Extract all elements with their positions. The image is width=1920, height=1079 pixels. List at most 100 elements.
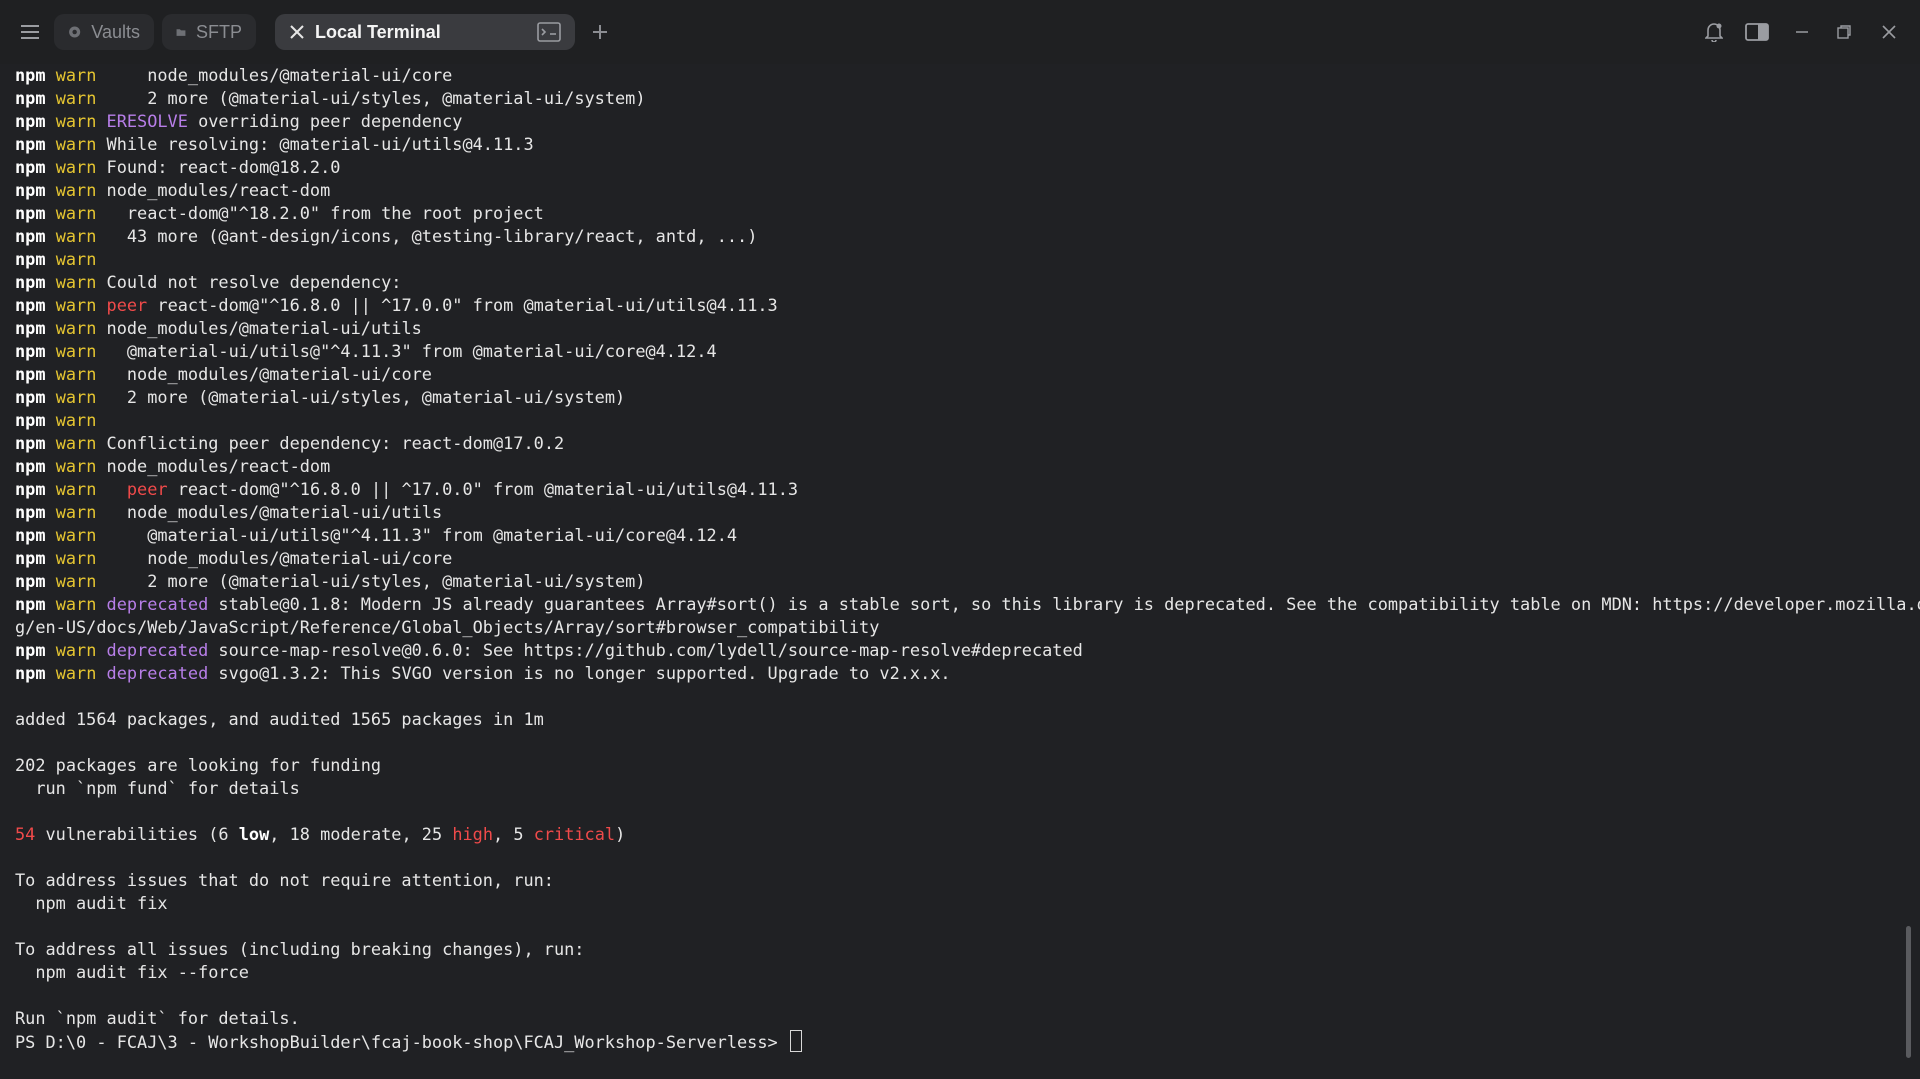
vuln-text: , 25 <box>401 824 453 844</box>
vuln-text: , 5 <box>493 824 534 844</box>
npm-label: npm <box>15 364 46 384</box>
warn-label: warn <box>55 295 97 315</box>
terminal-line: run `npm fund` for details <box>15 777 1905 800</box>
line-text: Could not resolve dependency: <box>106 272 402 292</box>
line-text: To address all issues (including breakin… <box>15 939 585 959</box>
line-text: react-dom@"^16.8.0 || ^17.0.0" from @mat… <box>167 479 799 499</box>
terminal-scrollbar[interactable] <box>1904 64 1914 1064</box>
warn-label: warn <box>55 134 97 154</box>
warn-label: warn <box>55 341 97 361</box>
terminal-output[interactable]: npm warn node_modules/@material-ui/core n… <box>15 64 1920 1064</box>
minimize-icon[interactable] <box>1786 16 1818 48</box>
warn-label: warn <box>55 249 97 269</box>
terminal-line: Run `npm audit` for details. <box>15 1007 1905 1030</box>
line-text: node_modules/react-dom <box>106 180 331 200</box>
line-text: Conflicting peer dependency: react-dom@1… <box>106 433 565 453</box>
warn-label: warn <box>55 88 97 108</box>
npm-label: npm <box>15 410 46 430</box>
prompt-line[interactable]: PS D:\0 - FCAJ\3 - WorkshopBuilder\fcaj-… <box>15 1030 1905 1053</box>
window-close-icon[interactable] <box>1873 16 1905 48</box>
warn-label: warn <box>55 479 97 499</box>
tab-sftp-label: SFTP <box>195 21 242 42</box>
line-text: node_modules/@material-ui/core <box>106 548 453 568</box>
vuln-count: 54 <box>15 824 36 844</box>
side-panel-icon[interactable] <box>1740 16 1774 48</box>
warn-label: warn <box>55 525 97 545</box>
warn-label: warn <box>55 548 97 568</box>
tab-vaults[interactable]: Vaults <box>54 14 154 50</box>
terminal-line: npm warn 2 more (@material-ui/styles, @m… <box>15 570 1905 593</box>
warn-label: warn <box>55 433 97 453</box>
npm-label: npm <box>15 479 46 499</box>
npm-label: npm <box>15 249 46 269</box>
line-text: run `npm fund` for details <box>15 778 300 798</box>
terminal-line: npm warn node_modules/@material-ui/core <box>15 547 1905 570</box>
terminal-line: npm warn peer react-dom@"^16.8.0 || ^17.… <box>15 294 1905 317</box>
line-text: While resolving: @material-ui/utils@4.11… <box>106 134 534 154</box>
vuln-moderate: moderate <box>320 824 402 844</box>
terminal-line: npm warn node_modules/@material-ui/core <box>15 64 1905 87</box>
vuln-text: , 18 <box>269 824 321 844</box>
npm-label: npm <box>15 341 46 361</box>
plus-icon[interactable] <box>584 16 616 48</box>
bell-icon[interactable] <box>1698 16 1730 48</box>
terminal-line: npm warn @material-ui/utils@"^4.11.3" fr… <box>15 524 1905 547</box>
line-text: @material-ui/utils@"^4.11.3" from @mater… <box>106 341 717 361</box>
line-text: Run `npm audit` for details. <box>15 1008 300 1028</box>
npm-label: npm <box>15 295 46 315</box>
line-text: react-dom@"^18.2.0" from the root projec… <box>106 203 544 223</box>
vuln-low: low <box>238 824 270 844</box>
warn-label: warn <box>55 111 97 131</box>
terminal-line: To address all issues (including breakin… <box>15 938 1905 961</box>
line-tag: peer <box>126 479 168 499</box>
line-tag: deprecated <box>106 640 209 660</box>
line-text: 2 more (@material-ui/styles, @material-u… <box>106 88 646 108</box>
warn-label: warn <box>55 410 97 430</box>
restore-icon[interactable] <box>1828 16 1860 48</box>
tab-local-terminal[interactable]: Local Terminal <box>275 14 575 50</box>
terminal-line: npm warn Found: react-dom@18.2.0 <box>15 156 1905 179</box>
npm-label: npm <box>15 571 46 591</box>
line-text: react-dom@"^16.8.0 || ^17.0.0" from @mat… <box>147 295 778 315</box>
warn-label: warn <box>55 640 97 660</box>
warn-label: warn <box>55 364 97 384</box>
close-icon[interactable] <box>289 24 305 40</box>
npm-label: npm <box>15 134 46 154</box>
title-bar: Vaults SFTP Local Terminal <box>0 0 1920 64</box>
npm-label: npm <box>15 502 46 522</box>
terminal-line: npm warn node_modules/react-dom <box>15 455 1905 478</box>
terminal-split-icon[interactable] <box>537 22 561 42</box>
terminal-line: npm warn deprecated svgo@1.3.2: This SVG… <box>15 662 1905 685</box>
warn-label: warn <box>55 203 97 223</box>
terminal-line: npm warn deprecated source-map-resolve@0… <box>15 639 1905 662</box>
terminal-line: npm warn node_modules/@material-ui/utils <box>15 317 1905 340</box>
warn-label: warn <box>55 226 97 246</box>
line-text: g/en-US/docs/Web/JavaScript/Reference/Gl… <box>15 617 880 637</box>
npm-label: npm <box>15 640 46 660</box>
line-tag: ERESOLVE <box>106 111 188 131</box>
npm-label: npm <box>15 318 46 338</box>
terminal-line: To address issues that do not require at… <box>15 869 1905 892</box>
line-text: stable@0.1.8: Modern JS already guarante… <box>208 594 1920 614</box>
terminal-line: npm warn deprecated stable@0.1.8: Modern… <box>15 593 1920 616</box>
terminal-line: g/en-US/docs/Web/JavaScript/Reference/Gl… <box>15 616 1905 639</box>
terminal-line: npm audit fix --force <box>15 961 1905 984</box>
line-text: node_modules/@material-ui/core <box>106 65 453 85</box>
line-text: node_modules/@material-ui/utils <box>106 502 443 522</box>
terminal-line: npm audit fix <box>15 892 1905 915</box>
hamburger-icon[interactable] <box>14 16 46 48</box>
npm-label: npm <box>15 157 46 177</box>
line-text: node_modules/@material-ui/utils <box>106 318 422 338</box>
scrollbar-thumb[interactable] <box>1906 926 1911 1058</box>
terminal-line: npm warn ERESOLVE overriding peer depend… <box>15 110 1905 133</box>
terminal-line: npm warn While resolving: @material-ui/u… <box>15 133 1905 156</box>
npm-label: npm <box>15 548 46 568</box>
terminal-line: 202 packages are looking for funding <box>15 754 1905 777</box>
tab-sftp[interactable]: SFTP <box>162 14 256 50</box>
